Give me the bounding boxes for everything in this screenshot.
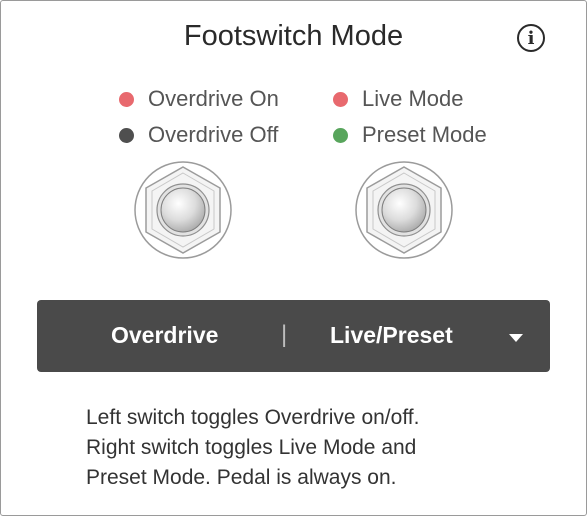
description-line: Left switch toggles Overdrive on/off. (86, 406, 420, 429)
caret-down-icon[interactable] (509, 334, 523, 342)
legend-left: Overdrive On Overdrive Off (119, 81, 279, 153)
page-title: Footswitch Mode (183, 20, 404, 52)
legend-label: Overdrive On (148, 86, 279, 111)
mode-right-label: Live/Preset (330, 322, 453, 348)
mode-separator: | (281, 321, 288, 348)
status-dot-icon (119, 91, 134, 107)
status-dot-icon (333, 127, 348, 143)
legend-item-overdrive-on: Overdrive On (119, 81, 279, 117)
legend-label: Preset Mode (362, 122, 487, 147)
legend-item-preset-mode: Preset Mode (333, 117, 487, 153)
legend-label: Overdrive Off (148, 122, 279, 147)
mode-left-label: Overdrive (111, 322, 219, 348)
legend-item-live-mode: Live Mode (333, 81, 487, 117)
mode-selector-dropdown[interactable]: Overdrive | Live/Preset (37, 300, 550, 372)
legend-label: Live Mode (362, 86, 464, 111)
right-footswitch-icon[interactable] (354, 160, 454, 260)
description-line: Right switch toggles Live Mode and (86, 436, 417, 459)
status-dot-icon (333, 91, 348, 107)
description-line: Preset Mode. Pedal is always on. (86, 466, 397, 489)
legend-item-overdrive-off: Overdrive Off (119, 117, 279, 153)
mode-description: Left switch toggles Overdrive on/off. Ri… (86, 403, 526, 493)
info-icon[interactable]: i (517, 24, 545, 52)
status-dot-icon (119, 127, 134, 143)
left-footswitch-icon[interactable] (133, 160, 233, 260)
legend-right: Live Mode Preset Mode (333, 81, 487, 153)
